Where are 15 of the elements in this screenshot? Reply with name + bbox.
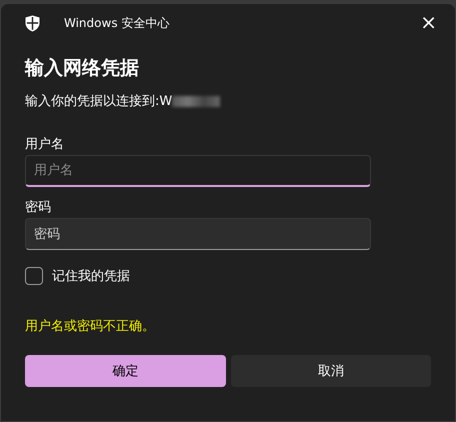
checkbox[interactable] (25, 267, 43, 285)
shield-icon (25, 14, 40, 32)
dialog-heading: 输入网络凭据 (25, 56, 140, 80)
window-title: Windows 安全中心 (64, 14, 170, 32)
redaction-mark (172, 96, 220, 106)
field-label: 密码 (25, 199, 52, 217)
checkbox-label: 记住我的凭据 (52, 268, 130, 285)
error-message: 用户名或密码不正确。 (25, 318, 156, 335)
ok-button[interactable]: 确定 (25, 355, 226, 387)
connection-prompt: 输入你的凭据以连接到:W (25, 93, 172, 110)
input-field[interactable]: 用户名 (25, 155, 371, 187)
input-field[interactable]: 密码 (25, 218, 371, 250)
cancel-button[interactable]: 取消 (230, 355, 431, 387)
field-label: 用户名 (25, 136, 65, 154)
close-button[interactable]: × (414, 10, 443, 34)
